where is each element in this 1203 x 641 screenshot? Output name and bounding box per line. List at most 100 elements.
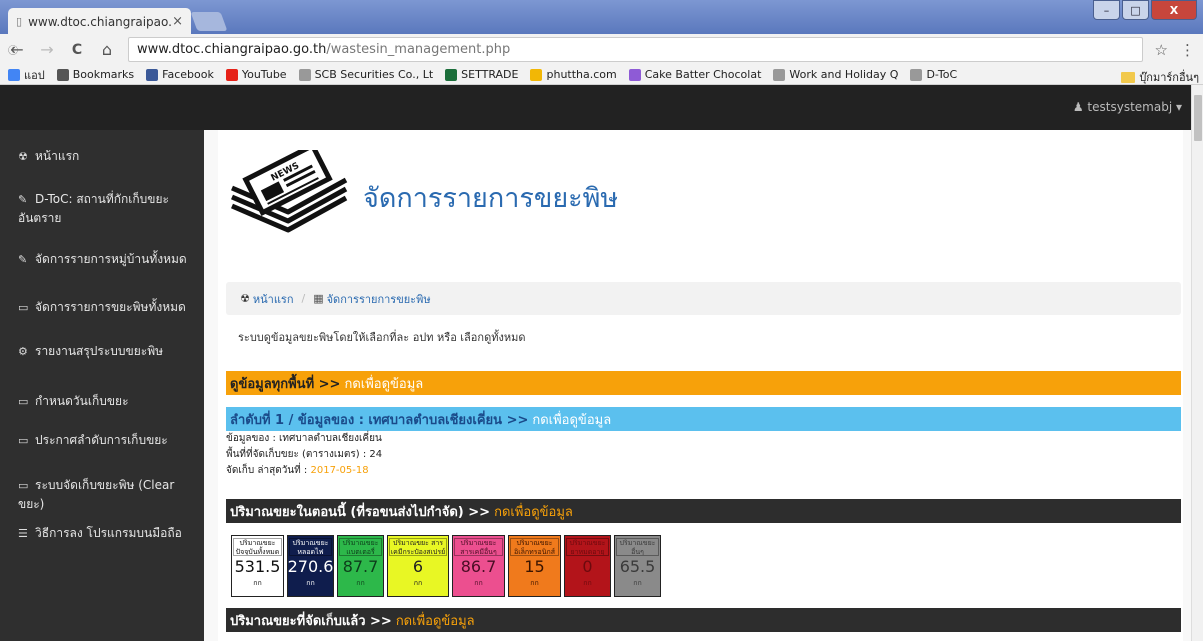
- user-menu[interactable]: ♟ testsystemabj ▾: [1073, 100, 1182, 114]
- laptop-icon: ▭: [18, 479, 29, 492]
- waste-box-unit: กก: [306, 579, 315, 587]
- browser-toolbar: ← → C ⌂ ⓘ www.dtoc.chiangraipao.go.th/wa…: [0, 34, 1203, 65]
- page-description: ระบบดูข้อมูลขยะพิษโดยให้เลือกที่ละ อปท ห…: [238, 331, 526, 344]
- dashboard-icon: ☢: [18, 150, 28, 163]
- rank-label: ลำดับที่ 1 / ข้อมูลของ : เทศบาลตำบลเชียง…: [230, 412, 529, 428]
- url-path: /wastesin_management.php: [326, 42, 511, 57]
- waste-box-unit: กก: [633, 579, 642, 587]
- waste-box-label: ปริมาณขยะ สารเคมีกระป๋องสเปรย์: [389, 538, 447, 556]
- sidebar-item[interactable]: ⚙ รายงานสรุประบบขยะพิษ: [18, 342, 198, 361]
- dashboard-icon: ☢: [240, 292, 250, 305]
- bookmark-item[interactable]: Work and Holiday Q: [773, 68, 898, 81]
- laptop-icon: ▭: [18, 434, 29, 447]
- waste-box-label: ปริมาณขยะ ยาหมดอายุ: [566, 538, 609, 556]
- last-collected-date: 2017-05-18: [310, 465, 369, 476]
- bookmark-item[interactable]: D-ToC: [910, 68, 957, 81]
- breadcrumb-home-link[interactable]: หน้าแรก: [253, 290, 294, 308]
- scrollbar-thumb[interactable]: [1194, 95, 1202, 141]
- restore-button[interactable]: □: [1122, 0, 1149, 20]
- bookmark-item[interactable]: phuttha.com: [530, 68, 617, 81]
- bookmark-label: YouTube: [241, 68, 287, 81]
- sidebar-item[interactable]: ▭ จัดการรายการขยะพิษทั้งหมด: [18, 298, 198, 317]
- waste-box-value: 270.6: [287, 557, 334, 576]
- table-icon: ▦: [313, 292, 324, 305]
- info-icon[interactable]: ⓘ: [8, 42, 18, 57]
- bookmark-star-icon[interactable]: ☆: [1155, 41, 1168, 59]
- sidebar-item[interactable]: ▭ ประกาศลำดับการเก็บขยะ: [18, 431, 198, 450]
- all-area-link[interactable]: กดเพื่อดูข้อมูล: [344, 373, 423, 394]
- breadcrumb-separator: /: [301, 292, 306, 305]
- waste-box: ปริมาณขยะ สารเคมีอื่นๆ 86.7 กก: [452, 535, 505, 597]
- bookmark-item[interactable]: SETTRADE: [445, 68, 518, 81]
- youtube-icon: [225, 68, 238, 81]
- bookmark-label: phuttha.com: [546, 68, 617, 81]
- page-icon: ▯: [16, 15, 23, 28]
- close-window-button[interactable]: X: [1151, 0, 1197, 20]
- bookmark-item[interactable]: SCB Securities Co., Lt: [298, 68, 433, 81]
- other-bookmarks[interactable]: บุ๊กมาร์กอื่นๆ: [1121, 68, 1199, 84]
- apps-icon: [8, 68, 20, 81]
- star-icon: [56, 68, 69, 81]
- sidebar-item-label: รายงานสรุประบบขยะพิษ: [35, 344, 164, 358]
- sidebar-item[interactable]: ✎ จัดการรายการหมู่บ้านทั้งหมด: [18, 250, 198, 269]
- page-icon: [773, 68, 786, 81]
- cake-icon: [628, 68, 641, 81]
- waste-box-value: 0: [582, 557, 593, 576]
- bookmark-item[interactable]: Facebook: [146, 68, 214, 81]
- current-waste-link[interactable]: กดเพื่อดูข้อมูล: [494, 501, 573, 522]
- sidebar-item[interactable]: ▭ ระบบจัดเก็บขยะพิษ (Clear ขยะ): [18, 476, 198, 513]
- sidebar-item[interactable]: ☰ วิธีการลง โปรแกรมบนมือถือ: [18, 524, 198, 543]
- waste-box-value: 87.7: [342, 557, 379, 576]
- home-icon[interactable]: ⌂: [98, 40, 116, 59]
- waste-box: ปริมาณขยะ ปัจจุบันทั้งหมด 531.5 กก: [231, 535, 284, 597]
- waste-box: ปริมาณขยะ ยาหมดอายุ 0 กก: [564, 535, 611, 597]
- reload-icon[interactable]: C: [68, 42, 86, 58]
- sidebar-item-label: ระบบจัดเก็บขยะพิษ (Clear ขยะ): [18, 478, 175, 511]
- bookmark-item[interactable]: YouTube: [225, 68, 287, 81]
- user-icon: ♟: [1072, 100, 1084, 114]
- sidebar-item[interactable]: ☢ หน้าแรก: [18, 147, 198, 166]
- bookmarks-bar: แอป Bookmarks Facebook YouTube SCB Securitie…: [0, 65, 1203, 85]
- sidebar-item[interactable]: ▭ กำหนดวันเก็บขยะ: [18, 392, 198, 411]
- forward-icon[interactable]: →: [38, 40, 56, 59]
- bookmark-label: Work and Holiday Q: [789, 68, 899, 81]
- bookmark-item[interactable]: Bookmarks: [56, 68, 134, 81]
- collected-waste-link[interactable]: กดเพื่อดูข้อมูล: [396, 610, 475, 631]
- bookmark-label: D-ToC: [926, 68, 958, 81]
- newspaper-logo-icon: NEWS: [231, 150, 348, 233]
- url-host: www.dtoc.chiangraipao.go.th: [137, 42, 327, 57]
- waste-box-unit: กก: [474, 579, 483, 587]
- browser-menu-icon[interactable]: ⋮: [1180, 41, 1195, 59]
- page-icon: [298, 68, 311, 81]
- bookmark-label: Cake Batter Chocolat: [644, 68, 762, 81]
- new-tab-button[interactable]: [190, 12, 228, 31]
- minimize-button[interactable]: –: [1093, 0, 1120, 20]
- waste-box-label: ปริมาณขยะ แบตเตอรี่: [339, 538, 382, 556]
- close-tab-icon[interactable]: ×: [172, 14, 183, 29]
- username: testsystemabj ▾: [1087, 100, 1182, 114]
- waste-box-label: ปริมาณขยะ หลอดไฟ: [289, 538, 332, 556]
- bookmark-item[interactable]: แอป: [8, 66, 45, 84]
- sidebar-item-label: กำหนดวันเก็บขยะ: [35, 394, 129, 408]
- settrade-icon: [445, 68, 458, 81]
- sidebar-item-label: ประกาศลำดับการเก็บขยะ: [35, 433, 168, 447]
- laptop-icon: ▭: [18, 301, 29, 314]
- bookmark-label: แอป: [24, 68, 45, 82]
- sidebar-item-label: วิธีการลง โปรแกรมบนมือถือ: [35, 526, 182, 540]
- waste-box-label: ปริมาณขยะ ปัจจุบันทั้งหมด: [233, 538, 282, 556]
- browser-tab[interactable]: ▯ www.dtoc.chiangraipao.g ×: [8, 8, 191, 35]
- rank-link[interactable]: กดเพื่อดูข้อมูล: [532, 409, 611, 430]
- last-collected-label: จัดเก็บ ล่าสุดวันที่ :: [226, 465, 308, 476]
- sidebar-item[interactable]: ✎ D-ToC: สถานที่กักเก็บขยะอันตราย: [18, 190, 198, 227]
- waste-box-unit: กก: [413, 579, 423, 587]
- browser-tab-strip: ▯ www.dtoc.chiangraipao.g × – □ X: [0, 0, 1203, 35]
- waste-box-unit: กก: [253, 579, 262, 587]
- address-bar[interactable]: ⓘ www.dtoc.chiangraipao.go.th/wastesin_m…: [8, 37, 1143, 62]
- bookmark-label: SETTRADE: [461, 68, 519, 81]
- current-waste-label: ปริมาณขยะในตอนนี้ (ที่รอขนส่งไปกำจัด) >>: [230, 504, 491, 520]
- collected-waste-bar: ปริมาณขยะที่จัดเก็บแล้ว >> กดเพื่อดูข้อม…: [226, 608, 1181, 632]
- page-scrollbar[interactable]: [1191, 85, 1203, 641]
- collected-waste-label: ปริมาณขยะที่จัดเก็บแล้ว >>: [230, 613, 392, 629]
- main-content: NEWS จัดการรายการขยะพิษ ☢ หน้าแรก / ▦ จั…: [204, 130, 1191, 641]
- bookmark-item[interactable]: Cake Batter Chocolat: [628, 68, 762, 81]
